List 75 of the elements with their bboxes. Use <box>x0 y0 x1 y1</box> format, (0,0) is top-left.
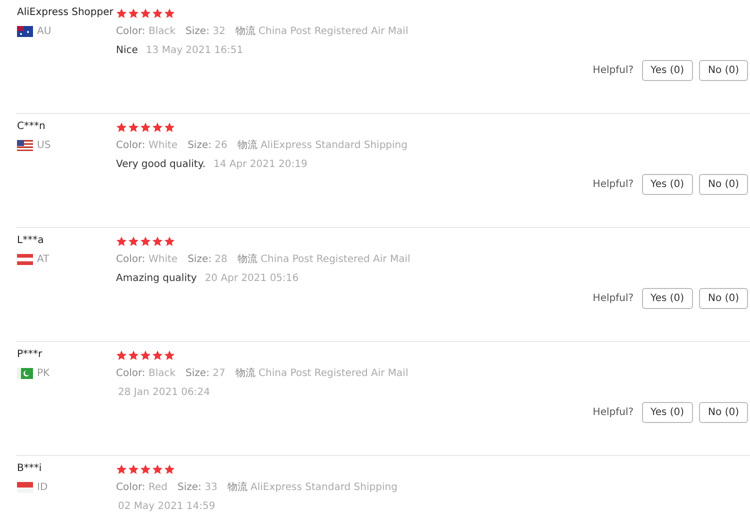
spec-text: Color: Black <box>116 367 176 380</box>
star-icon <box>116 122 127 132</box>
yes-button[interactable]: Yes (0) <box>642 174 694 195</box>
star-icon <box>164 350 175 360</box>
spec-text: 物流 AliExpress Standard Shipping <box>237 139 408 152</box>
star-icon <box>140 464 151 474</box>
yes-button[interactable]: Yes (0) <box>642 288 694 309</box>
star-icon <box>116 236 127 246</box>
reviewer-name: AliExpress Shopper <box>17 6 114 20</box>
star-icon <box>140 122 151 132</box>
helpful-label: Helpful? <box>592 65 634 76</box>
star-icon <box>152 122 163 132</box>
country-code: AT <box>37 254 50 265</box>
spec-text: Size: 26 <box>188 139 228 152</box>
spec-text: Size: 32 <box>186 25 226 38</box>
review-text: Very good quality. <box>116 158 206 171</box>
review-text: Nice <box>116 44 138 57</box>
spec-text: 物流 China Post Registered Air Mail <box>235 367 408 380</box>
star-icon <box>128 236 139 246</box>
star-icon <box>152 8 163 18</box>
yes-button[interactable]: Yes (0) <box>642 402 694 423</box>
star-icon <box>128 8 139 18</box>
spec-text: Size: 28 <box>188 253 228 266</box>
flag-icon <box>17 482 33 493</box>
star-icon <box>116 350 127 360</box>
country-code: ID <box>37 482 48 493</box>
star-icon <box>128 350 139 360</box>
spec-text: 物流 China Post Registered Air Mail <box>235 25 408 38</box>
no-button[interactable]: No (0) <box>699 288 748 309</box>
flag-icon <box>17 368 33 379</box>
review-date: 02 May 2021 14:59 <box>117 500 216 513</box>
no-button[interactable]: No (0) <box>699 174 748 195</box>
no-button[interactable]: No (0) <box>699 402 748 423</box>
reviewer-name: B***i <box>17 462 43 476</box>
star-icon <box>152 464 163 474</box>
star-icon <box>164 8 175 18</box>
no-button[interactable]: No (0) <box>699 60 748 81</box>
helpful-label: Helpful? <box>592 293 634 304</box>
helpful-label: Helpful? <box>592 179 634 190</box>
star-icon <box>164 122 175 132</box>
star-icon <box>116 464 127 474</box>
reviewer-name: L***a <box>17 234 45 248</box>
spec-text: 物流 China Post Registered Air Mail <box>237 253 410 266</box>
review-text: Amazing quality <box>116 272 197 285</box>
spec-text: Color: Red <box>116 481 168 494</box>
helpful-label: Helpful? <box>592 407 634 418</box>
flag-icon <box>17 254 33 265</box>
yes-button[interactable]: Yes (0) <box>642 60 694 81</box>
review-date: 28 Jan 2021 06:24 <box>117 386 210 399</box>
reviewer-name: P***r <box>17 348 44 362</box>
star-icon <box>128 122 139 132</box>
star-icon <box>140 8 151 18</box>
country-code: PK <box>37 368 50 379</box>
country-code: US <box>37 140 51 151</box>
flag-icon <box>17 26 33 37</box>
review-date: 14 Apr 2021 20:19 <box>212 158 308 171</box>
review-date: 20 Apr 2021 05:16 <box>204 272 299 285</box>
star-icon <box>152 236 163 246</box>
spec-text: Color: White <box>116 253 178 266</box>
star-icon <box>128 464 139 474</box>
star-icon <box>116 8 127 18</box>
spec-text: Color: White <box>116 139 178 152</box>
spec-text: Size: 33 <box>178 481 218 494</box>
star-icon <box>164 236 175 246</box>
star-icon <box>140 236 151 246</box>
star-icon <box>140 350 151 360</box>
spec-text: Color: Black <box>116 25 176 38</box>
star-icon <box>152 350 163 360</box>
spec-text: 物流 AliExpress Standard Shipping <box>227 481 398 494</box>
reviewer-name: C***n <box>17 120 46 134</box>
flag-icon <box>17 140 33 151</box>
star-icon <box>164 464 175 474</box>
review-date: 13 May 2021 16:51 <box>144 44 244 57</box>
country-code: AU <box>37 26 52 37</box>
spec-text: Size: 27 <box>186 367 226 380</box>
